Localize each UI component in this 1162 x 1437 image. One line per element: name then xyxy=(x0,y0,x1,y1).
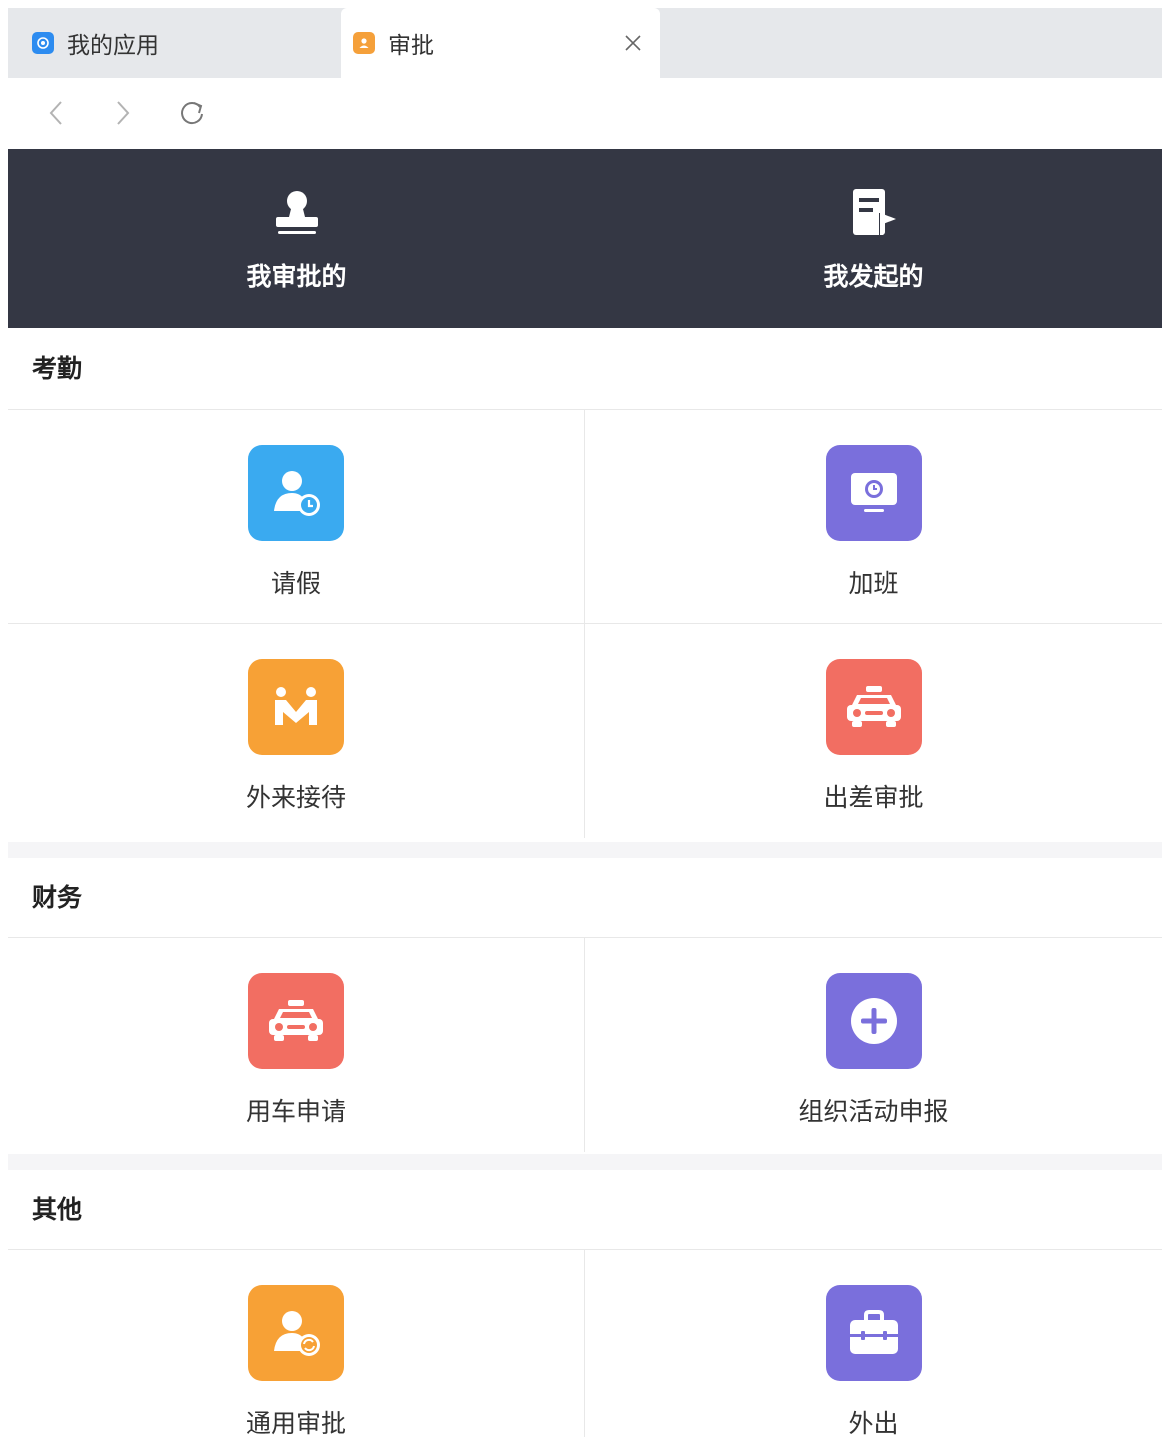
app-going-out[interactable]: 外出 xyxy=(585,1250,1162,1437)
app-label: 外出 xyxy=(848,1409,899,1437)
document-flag-icon xyxy=(846,185,902,241)
section-title: 财务 xyxy=(8,858,1162,938)
section-title: 考勤 xyxy=(8,328,1162,410)
hero-label: 我审批的 xyxy=(246,262,347,291)
app-label: 通用审批 xyxy=(245,1409,346,1437)
briefcase-icon xyxy=(825,1285,922,1381)
app-general-approval[interactable]: 通用审批 xyxy=(8,1250,585,1437)
person-refresh-icon xyxy=(248,1285,344,1381)
person-badge-icon xyxy=(353,32,375,54)
app-label: 加班 xyxy=(848,569,899,598)
back-button[interactable] xyxy=(41,98,71,128)
app-window: 我的应用 审批 我审批的 我发起的 考勤 请假 加班 外来接待 出差审批 财务 … xyxy=(8,8,1162,1437)
app-overtime[interactable]: 加班 xyxy=(585,410,1162,624)
my-approvals-button[interactable]: 我审批的 xyxy=(8,149,585,328)
tab-approval[interactable]: 审批 xyxy=(341,8,660,78)
car-icon xyxy=(825,659,922,755)
app-leave[interactable]: 请假 xyxy=(8,410,585,624)
plus-circle-icon xyxy=(825,973,922,1069)
section-finance: 财务 用车申请 组织活动申报 xyxy=(8,858,1162,1152)
approval-header: 我审批的 我发起的 xyxy=(8,149,1162,328)
close-icon[interactable] xyxy=(620,30,646,56)
refresh-icon xyxy=(181,102,203,125)
tab-bar: 我的应用 审批 xyxy=(8,8,1162,78)
chevron-right-icon xyxy=(117,101,130,125)
tab-label: 审批 xyxy=(388,33,434,59)
app-label: 出差审批 xyxy=(823,783,924,812)
app-logo-icon xyxy=(32,32,54,54)
monitor-clock-icon xyxy=(825,445,922,541)
forward-button[interactable] xyxy=(108,98,138,128)
app-label: 请假 xyxy=(270,569,321,598)
app-car-request[interactable]: 用车申请 xyxy=(8,938,585,1152)
chevron-left-icon xyxy=(49,101,62,125)
stamp-icon xyxy=(269,185,325,241)
app-visitor-reception[interactable]: 外来接待 xyxy=(8,624,585,838)
tab-my-apps[interactable]: 我的应用 xyxy=(8,8,340,78)
section-attendance: 考勤 请假 加班 外来接待 出差审批 xyxy=(8,328,1162,838)
people-greeting-icon xyxy=(248,659,344,755)
car-icon xyxy=(248,973,344,1069)
app-label: 用车申请 xyxy=(245,1097,346,1126)
section-divider xyxy=(8,1154,1162,1170)
refresh-button[interactable] xyxy=(177,98,207,128)
section-other: 其他 通用审批 外出 xyxy=(8,1170,1162,1437)
person-clock-icon xyxy=(248,445,344,541)
tab-label: 我的应用 xyxy=(67,33,159,59)
nav-toolbar xyxy=(8,78,1162,149)
section-divider xyxy=(8,842,1162,858)
app-business-trip[interactable]: 出差审批 xyxy=(585,624,1162,838)
section-title: 其他 xyxy=(8,1170,1162,1250)
app-label: 组织活动申报 xyxy=(798,1097,949,1126)
app-activity-report[interactable]: 组织活动申报 xyxy=(585,938,1162,1152)
hero-label: 我发起的 xyxy=(823,262,924,291)
app-label: 外来接待 xyxy=(245,783,346,812)
my-initiated-button[interactable]: 我发起的 xyxy=(585,149,1162,328)
